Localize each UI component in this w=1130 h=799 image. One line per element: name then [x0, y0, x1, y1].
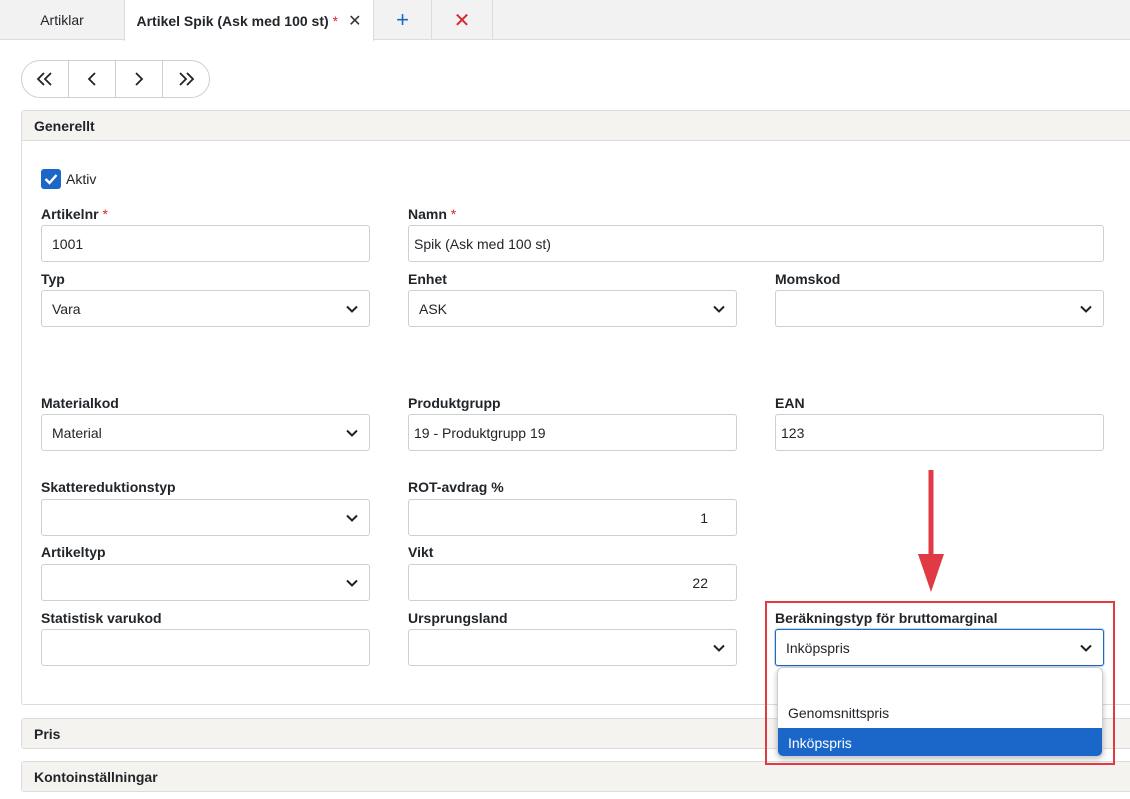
enhet-label: Enhet: [408, 271, 447, 287]
required-marker: *: [450, 206, 457, 222]
chevron-down-icon: [346, 579, 358, 587]
general-panel-header[interactable]: Generellt: [22, 111, 1130, 141]
artikelnr-label-text: Artikelnr: [41, 206, 99, 222]
unsaved-indicator: *: [332, 12, 339, 29]
skattereduktionstyp-select[interactable]: [41, 499, 370, 536]
namn-value: Spik (Ask med 100 st): [414, 235, 551, 252]
tab-article-active[interactable]: Artikel Spik (Ask med 100 st) * ✕: [124, 0, 374, 41]
skattereduktionstyp-label: Skattereduktionstyp: [41, 479, 176, 495]
close-icon: ✕: [453, 9, 471, 32]
panel-title: Pris: [34, 725, 61, 742]
ean-label: EAN: [775, 395, 805, 411]
active-label: Aktiv: [66, 171, 97, 187]
namn-input[interactable]: Spik (Ask med 100 st): [408, 225, 1104, 262]
checkmark-icon: [44, 174, 58, 185]
vikt-label: Vikt: [408, 544, 434, 560]
produktgrupp-value: 19 - Produktgrupp 19: [414, 424, 546, 441]
chevron-left-icon: [87, 72, 96, 86]
chevron-down-icon: [346, 305, 358, 313]
ursprungsland-select[interactable]: [408, 629, 737, 666]
add-tab-button[interactable]: +: [374, 0, 432, 40]
tab-label: Artikel Spik (Ask med 100 st): [136, 12, 329, 29]
vikt-value: 22: [692, 574, 708, 591]
typ-value: Vara: [52, 300, 81, 317]
artikeltyp-label: Artikeltyp: [41, 544, 106, 560]
momskod-label: Momskod: [775, 271, 841, 287]
tab-label: Artiklar: [40, 12, 84, 28]
typ-select[interactable]: Vara: [41, 290, 370, 327]
ean-input[interactable]: 123: [775, 414, 1104, 451]
active-checkbox[interactable]: [41, 169, 61, 189]
annotation-arrow-icon: [918, 470, 944, 592]
kontoinstallningar-panel: Kontoinställningar: [21, 761, 1130, 792]
last-record-button[interactable]: [163, 61, 209, 97]
required-marker: *: [102, 206, 108, 222]
ean-value: 123: [781, 424, 805, 441]
panel-title: Kontoinställningar: [34, 768, 158, 785]
namn-label-text: Namn: [408, 206, 447, 222]
double-chevron-left-icon: [36, 72, 52, 86]
namn-label: Namn *: [408, 206, 456, 222]
chevron-down-icon: [1080, 305, 1092, 313]
chevron-down-icon: [346, 429, 358, 437]
ursprungsland-label: Ursprungsland: [408, 610, 508, 626]
tab-artiklar[interactable]: Artiklar: [0, 0, 125, 40]
close-all-tabs-button[interactable]: ✕: [432, 0, 493, 40]
materialkod-select[interactable]: Material: [41, 414, 370, 451]
statistisk-varukod-label: Statistisk varukod: [41, 610, 162, 626]
chevron-down-icon: [713, 305, 725, 313]
first-record-button[interactable]: [22, 61, 69, 97]
artikelnr-value: 1001: [52, 235, 84, 252]
kontoinstallningar-panel-header[interactable]: Kontoinställningar: [22, 762, 1130, 791]
artikelnr-label: Artikelnr *: [41, 206, 108, 222]
annotation-highlight-box: [765, 601, 1115, 765]
typ-label: Typ: [41, 271, 65, 287]
vikt-input[interactable]: 22: [408, 564, 737, 601]
enhet-select[interactable]: ASK: [408, 290, 737, 327]
momskod-select[interactable]: [775, 290, 1104, 327]
close-tab-icon[interactable]: ✕: [348, 11, 361, 31]
record-navigation: [21, 60, 210, 98]
rot-value: 1: [700, 509, 708, 526]
produktgrupp-input[interactable]: 19 - Produktgrupp 19: [408, 414, 737, 451]
plus-icon: +: [396, 7, 409, 32]
rot-label: ROT-avdrag %: [408, 479, 504, 495]
statistisk-varukod-input[interactable]: [41, 629, 370, 666]
produktgrupp-label: Produktgrupp: [408, 395, 501, 411]
chevron-down-icon: [346, 514, 358, 522]
panel-title: Generellt: [34, 117, 95, 134]
rot-input[interactable]: 1: [408, 499, 737, 536]
tab-bar: Artiklar Artikel Spik (Ask med 100 st) *…: [0, 0, 1130, 41]
chevron-down-icon: [713, 644, 725, 652]
artikelnr-input[interactable]: 1001: [41, 225, 370, 262]
enhet-value: ASK: [419, 300, 448, 317]
artikeltyp-select[interactable]: [41, 564, 370, 601]
previous-record-button[interactable]: [69, 61, 116, 97]
chevron-right-icon: [135, 72, 144, 86]
double-chevron-right-icon: [179, 72, 195, 86]
materialkod-value: Material: [52, 424, 102, 441]
next-record-button[interactable]: [116, 61, 163, 97]
materialkod-label: Materialkod: [41, 395, 119, 411]
